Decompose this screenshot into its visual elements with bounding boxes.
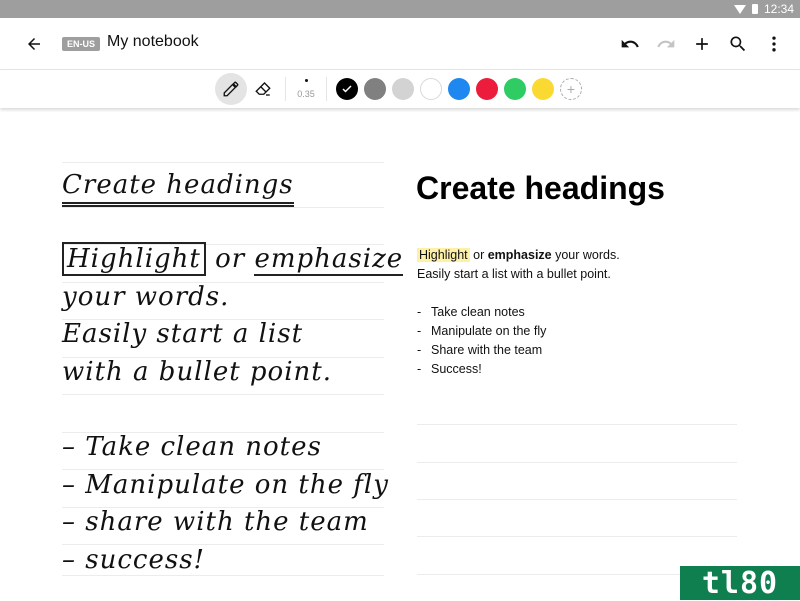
- typed-heading[interactable]: Create headings: [416, 170, 665, 207]
- color-swatch-blue[interactable]: [448, 78, 470, 100]
- watermark-logo: tl80: [680, 566, 800, 600]
- pen-tool-button[interactable]: [215, 73, 247, 105]
- handwritten-line: your words.: [62, 282, 229, 312]
- handwritten-underlined-word: emphasize: [254, 244, 403, 276]
- ruled-line: [417, 462, 737, 463]
- handwritten-boxed-word: Highlight: [62, 242, 206, 276]
- color-swatch-green[interactable]: [504, 78, 526, 100]
- wifi-icon: [734, 5, 746, 14]
- handwritten-heading: Create headings: [62, 170, 294, 200]
- highlighted-text: Highlight: [417, 248, 470, 262]
- bullet-text: Share with the team: [431, 343, 542, 357]
- stroke-size-value: 0.35: [297, 89, 315, 99]
- stroke-size-selector[interactable]: 0.35: [292, 73, 320, 105]
- battery-icon: [752, 4, 758, 14]
- handwritten-line: Easily start a list: [62, 319, 303, 349]
- handwritten-line: with a bullet point.: [62, 357, 332, 387]
- search-icon: [728, 34, 748, 54]
- bullet-text: Success!: [431, 362, 482, 376]
- pen-toolbar: 0.35 +: [0, 70, 800, 108]
- typed-paragraph-line[interactable]: Easily start a list with a bullet point.: [417, 267, 611, 281]
- bold-text: emphasize: [488, 248, 552, 262]
- status-time: 12:34: [764, 2, 794, 16]
- handwritten-bullet-item: – share with the team: [62, 507, 369, 537]
- bullet-dash: -: [417, 362, 431, 376]
- typed-bullet-item[interactable]: -Success!: [417, 362, 482, 376]
- ruled-line: [417, 424, 737, 425]
- typed-bullet-item[interactable]: -Manipulate on the fly: [417, 324, 546, 338]
- arrow-left-icon: [25, 35, 43, 53]
- add-color-button[interactable]: +: [560, 78, 582, 100]
- language-badge[interactable]: EN-US: [62, 37, 100, 51]
- undo-icon: [620, 34, 640, 54]
- bullet-dash: -: [417, 305, 431, 319]
- redo-icon: [656, 34, 676, 54]
- color-swatch-yellow[interactable]: [532, 78, 554, 100]
- ruled-line: [417, 536, 737, 537]
- bullet-dash: -: [417, 324, 431, 338]
- handwritten-bullet-item: – success!: [62, 545, 205, 575]
- stroke-size-dot: [305, 79, 308, 82]
- pencil-icon: [222, 80, 240, 98]
- more-vert-icon: [764, 34, 784, 54]
- typed-bullet-item[interactable]: -Take clean notes: [417, 305, 525, 319]
- plus-icon: [692, 34, 712, 54]
- typed-paragraph-line[interactable]: Highlight or emphasize your words.: [417, 248, 620, 262]
- back-button[interactable]: [22, 32, 46, 56]
- ruled-line: [62, 162, 384, 163]
- notebook-title[interactable]: My notebook: [107, 33, 199, 51]
- note-canvas[interactable]: Create headings Highlight or emphasize y…: [0, 108, 800, 600]
- handwritten-line: Highlight or emphasize: [62, 244, 403, 274]
- bullet-dash: -: [417, 343, 431, 357]
- bullet-text: Take clean notes: [431, 305, 525, 319]
- color-swatch-white[interactable]: [420, 78, 442, 100]
- undo-button[interactable]: [618, 32, 642, 56]
- status-bar: 12:34: [0, 0, 800, 18]
- color-palette: [333, 78, 557, 100]
- ruled-line: [62, 207, 384, 208]
- color-swatch-light-gray[interactable]: [392, 78, 414, 100]
- app-bar-actions: [618, 32, 786, 56]
- ruled-line: [62, 394, 384, 395]
- check-icon: [341, 83, 353, 95]
- ruled-line: [62, 575, 384, 576]
- handwritten-bullet-item: – Take clean notes: [62, 432, 322, 462]
- ruled-line: [417, 499, 737, 500]
- more-options-button[interactable]: [762, 32, 786, 56]
- eraser-tool-button[interactable]: [247, 73, 279, 105]
- bullet-text: Manipulate on the fly: [431, 324, 546, 338]
- toolbar-divider: [326, 77, 327, 101]
- color-swatch-red[interactable]: [476, 78, 498, 100]
- add-button[interactable]: [690, 32, 714, 56]
- redo-button[interactable]: [654, 32, 678, 56]
- toolbar-divider: [285, 77, 286, 101]
- color-swatch-dark-gray[interactable]: [364, 78, 386, 100]
- typed-bullet-item[interactable]: -Share with the team: [417, 343, 542, 357]
- handwritten-bullet-item: – Manipulate on the fly: [62, 470, 389, 500]
- plus-icon: +: [567, 81, 575, 97]
- eraser-icon: [254, 80, 272, 98]
- color-swatch-black[interactable]: [336, 78, 358, 100]
- search-button[interactable]: [726, 32, 750, 56]
- app-bar: EN-US My notebook: [0, 18, 800, 70]
